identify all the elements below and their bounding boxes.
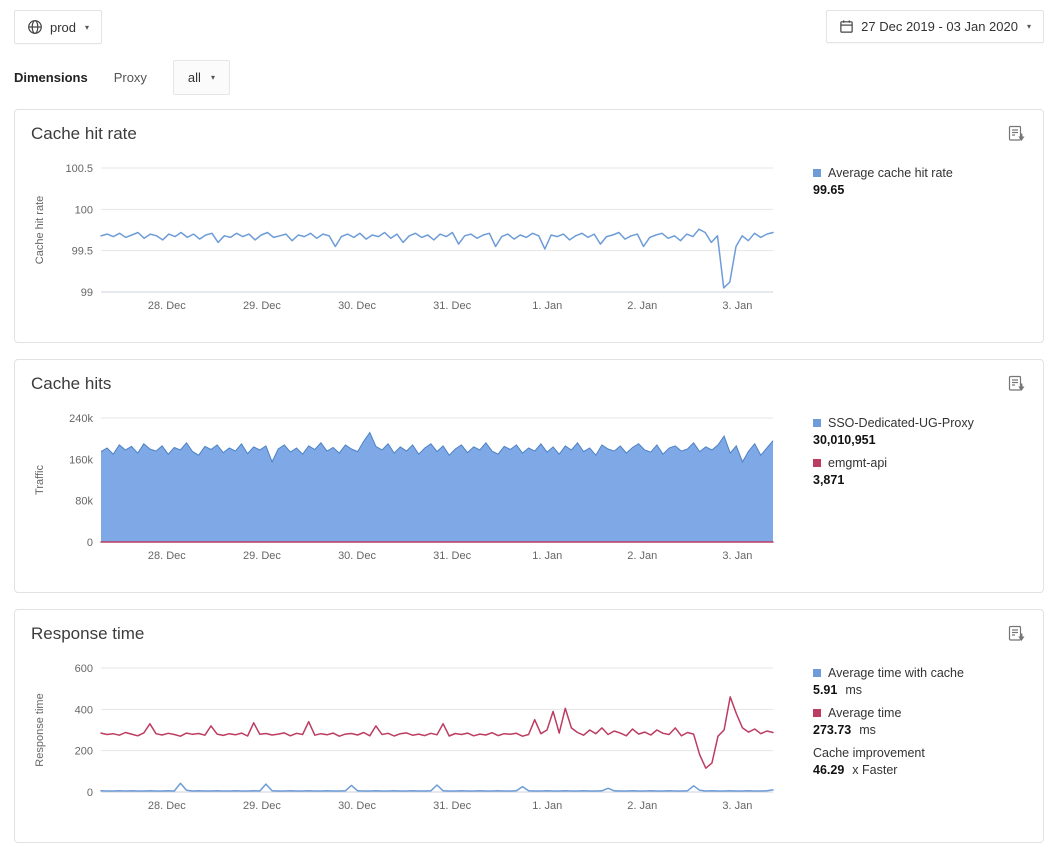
- svg-text:240k: 240k: [69, 413, 93, 425]
- svg-text:1. Jan: 1. Jan: [532, 300, 562, 312]
- svg-text:600: 600: [75, 663, 93, 675]
- legend-swatch: [813, 419, 821, 427]
- svg-text:2. Jan: 2. Jan: [627, 300, 657, 312]
- chevron-down-icon: ▾: [211, 73, 215, 82]
- svg-text:31. Dec: 31. Dec: [433, 300, 471, 312]
- legend-unit: x Faster: [852, 763, 897, 777]
- svg-text:3. Jan: 3. Jan: [722, 550, 752, 562]
- card-cache-hit-rate: Cache hit rate 100.5 100 99.5 99 28. Dec 29. …: [14, 109, 1044, 343]
- export-report-button[interactable]: [1007, 624, 1027, 644]
- card-response-time: Response time 600 400 200 0 28. Dec 29. Dec 30…: [14, 609, 1044, 843]
- svg-text:200: 200: [75, 746, 93, 758]
- proxy-filter-value: all: [188, 70, 201, 85]
- svg-text:1. Jan: 1. Jan: [532, 800, 562, 812]
- cache-hits-chart[interactable]: 240k 160k 80k 0 28. Dec 29. Dec 30. Dec 31. Dec…: [31, 404, 777, 562]
- svg-text:28. Dec: 28. Dec: [148, 550, 186, 562]
- legend-item[interactable]: emgmt-api 3,871: [813, 456, 1013, 487]
- svg-text:31. Dec: 31. Dec: [433, 550, 471, 562]
- legend-label: Average time with cache: [828, 666, 964, 680]
- legend-swatch: [813, 709, 821, 717]
- proxy-filter-dropdown[interactable]: all ▾: [173, 60, 230, 95]
- svg-text:160k: 160k: [69, 454, 93, 466]
- dimensions-label: Dimensions: [14, 70, 88, 85]
- legend-value: 5.91: [813, 683, 837, 697]
- download-report-icon: [1007, 381, 1027, 398]
- svg-text:100: 100: [75, 204, 93, 216]
- globe-icon: [27, 19, 43, 35]
- legend-item[interactable]: Average cache hit rate 99.65: [813, 166, 1013, 197]
- topbar: prod ▾ 27 Dec 2019 - 03 Jan 2020 ▾: [0, 0, 1058, 44]
- cache-hit-rate-chart[interactable]: 100.5 100 99.5 99 28. Dec 29. Dec 30. Dec 31. D…: [31, 154, 777, 312]
- response-time-chart[interactable]: 600 400 200 0 28. Dec 29. Dec 30. Dec 31. Dec 1.…: [31, 654, 777, 812]
- svg-text:Traffic: Traffic: [34, 465, 46, 495]
- chevron-down-icon: ▾: [85, 23, 89, 32]
- svg-text:99.5: 99.5: [72, 246, 93, 258]
- svg-text:400: 400: [75, 704, 93, 716]
- legend-label: Average time: [828, 706, 901, 720]
- proxy-label: Proxy: [114, 70, 147, 85]
- legend-label: Cache improvement: [813, 746, 925, 760]
- svg-text:2. Jan: 2. Jan: [627, 550, 657, 562]
- chart-legend: SSO-Dedicated-UG-Proxy 30,010,951 emgmt-…: [813, 404, 1013, 496]
- legend-swatch: [813, 669, 821, 677]
- legend-item[interactable]: SSO-Dedicated-UG-Proxy 30,010,951: [813, 416, 1013, 447]
- legend-swatch: [813, 459, 821, 467]
- svg-text:0: 0: [87, 537, 93, 549]
- legend-item: Cache improvement 46.29 x Faster: [813, 746, 1013, 777]
- svg-text:30. Dec: 30. Dec: [338, 800, 376, 812]
- date-range-label: 27 Dec 2019 - 03 Jan 2020: [861, 19, 1018, 34]
- svg-text:99: 99: [81, 287, 93, 299]
- svg-text:28. Dec: 28. Dec: [148, 300, 186, 312]
- svg-text:Response time: Response time: [34, 693, 46, 766]
- legend-value: 30,010,951: [813, 433, 876, 447]
- legend-value: 3,871: [813, 473, 844, 487]
- dashboard-cards: Cache hit rate 100.5 100 99.5 99 28. Dec 29. …: [14, 109, 1044, 843]
- legend-value: 99.65: [813, 183, 844, 197]
- svg-text:80k: 80k: [75, 496, 93, 508]
- legend-label: SSO-Dedicated-UG-Proxy: [828, 416, 974, 430]
- legend-item[interactable]: Average time with cache 5.91 ms: [813, 666, 1013, 697]
- svg-text:1. Jan: 1. Jan: [532, 550, 562, 562]
- legend-unit: ms: [859, 723, 876, 737]
- svg-text:0: 0: [87, 787, 93, 799]
- legend-unit: ms: [845, 683, 862, 697]
- chart-legend: Average time with cache 5.91 ms Average t…: [813, 654, 1013, 786]
- environment-label: prod: [50, 20, 76, 35]
- legend-swatch: [813, 169, 821, 177]
- download-report-icon: [1007, 631, 1027, 648]
- environment-selector[interactable]: prod ▾: [14, 10, 102, 44]
- date-range-picker[interactable]: 27 Dec 2019 - 03 Jan 2020 ▾: [826, 10, 1044, 43]
- export-report-button[interactable]: [1007, 374, 1027, 394]
- card-title: Response time: [31, 624, 1027, 644]
- legend-label: emgmt-api: [828, 456, 887, 470]
- svg-text:30. Dec: 30. Dec: [338, 300, 376, 312]
- svg-text:2. Jan: 2. Jan: [627, 800, 657, 812]
- svg-text:31. Dec: 31. Dec: [433, 800, 471, 812]
- card-title: Cache hit rate: [31, 124, 1027, 144]
- chart-legend: Average cache hit rate 99.65: [813, 154, 1013, 206]
- svg-text:3. Jan: 3. Jan: [722, 800, 752, 812]
- card-title: Cache hits: [31, 374, 1027, 394]
- legend-value: 46.29: [813, 763, 844, 777]
- svg-text:29. Dec: 29. Dec: [243, 550, 281, 562]
- svg-text:30. Dec: 30. Dec: [338, 550, 376, 562]
- svg-text:28. Dec: 28. Dec: [148, 800, 186, 812]
- svg-text:29. Dec: 29. Dec: [243, 300, 281, 312]
- download-report-icon: [1007, 131, 1027, 148]
- legend-value: 273.73: [813, 723, 851, 737]
- chevron-down-icon: ▾: [1027, 22, 1031, 31]
- card-cache-hits: Cache hits 240k 160k 80k 0 28. Dec 29. Dec 30.…: [14, 359, 1044, 593]
- filters-row: Dimensions Proxy all ▾: [14, 60, 1044, 95]
- legend-item[interactable]: Average time 273.73 ms: [813, 706, 1013, 737]
- svg-text:Cache hit rate: Cache hit rate: [34, 196, 46, 264]
- export-report-button[interactable]: [1007, 124, 1027, 144]
- legend-label: Average cache hit rate: [828, 166, 953, 180]
- calendar-icon: [839, 19, 854, 34]
- svg-text:3. Jan: 3. Jan: [722, 300, 752, 312]
- svg-text:29. Dec: 29. Dec: [243, 800, 281, 812]
- svg-text:100.5: 100.5: [65, 163, 93, 175]
